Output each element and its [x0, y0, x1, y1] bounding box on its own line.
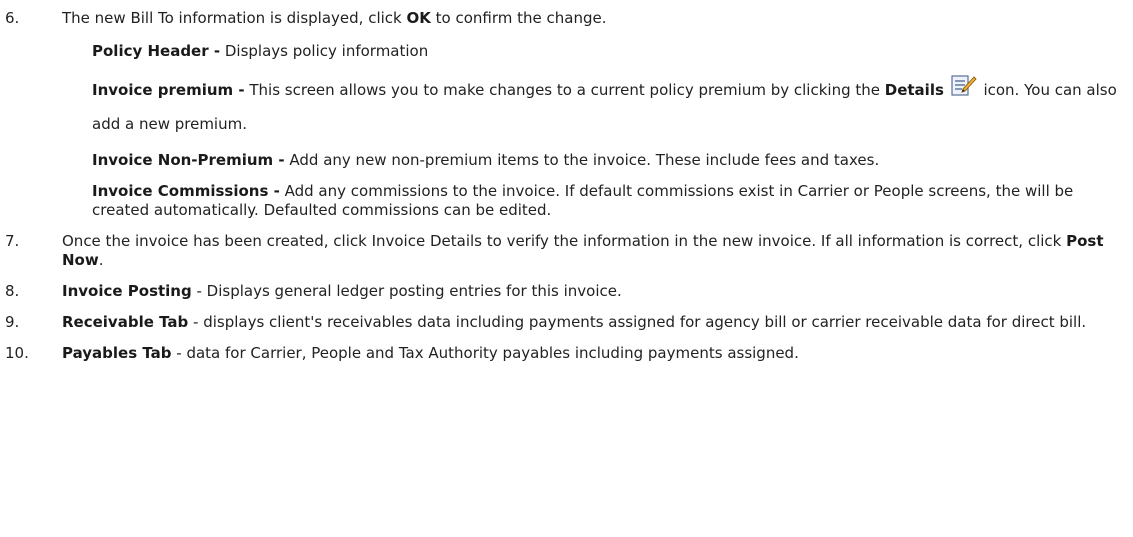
help-document: 6. The new Bill To information is displa…: [0, 0, 1133, 363]
step-number: 6.: [5, 9, 20, 27]
step-number: 7.: [5, 232, 20, 250]
payables-tab-label: Payables Tab: [62, 344, 172, 362]
invoice-non-premium-text: Add any new non-premium items to the inv…: [284, 151, 880, 169]
step-6: 6. The new Bill To information is displa…: [0, 9, 1133, 28]
step-text: - Displays general ledger posting entrie…: [191, 282, 622, 300]
step-text-end: to confirm the change.: [430, 9, 607, 27]
receivable-tab-label: Receivable Tab: [62, 313, 189, 331]
details-label: Details: [884, 81, 944, 99]
step-9: 9. Receivable Tab - displays client's re…: [0, 313, 1133, 332]
policy-header-text: Displays policy information: [220, 42, 429, 60]
step-10: 10. Payables Tab - data for Carrier, Peo…: [0, 344, 1133, 363]
step-text-end: .: [98, 251, 104, 269]
step-number: 9.: [5, 313, 20, 331]
invoice-posting-label: Invoice Posting: [62, 282, 192, 300]
invoice-commissions-label: Invoice Commissions -: [92, 182, 280, 200]
invoice-premium-label: Invoice premium -: [92, 81, 245, 99]
step-text: - displays client's receivables data inc…: [188, 313, 1087, 331]
edit-details-icon: [951, 74, 977, 98]
step-text: Once the invoice has been created, click…: [62, 232, 1067, 250]
step-text: The new Bill To information is displayed…: [62, 9, 407, 27]
step-number: 8.: [5, 282, 20, 300]
step-7: 7. Once the invoice has been created, cl…: [0, 232, 1133, 270]
step-number: 10.: [5, 344, 29, 362]
step-text: - data for Carrier, People and Tax Autho…: [171, 344, 799, 362]
policy-header-label: Policy Header -: [92, 42, 221, 60]
invoice-non-premium-label: Invoice Non-Premium -: [92, 151, 285, 169]
ok-label: OK: [406, 9, 431, 27]
step-8: 8. Invoice Posting - Displays general le…: [0, 282, 1133, 301]
invoice-premium-description: Invoice premium - This screen allows you…: [0, 73, 1133, 141]
invoice-non-premium-description: Invoice Non-Premium - Add any new non-pr…: [0, 151, 1133, 170]
invoice-premium-text: This screen allows you to make changes t…: [244, 81, 885, 99]
policy-header-description: Policy Header - Displays policy informat…: [0, 42, 1133, 61]
invoice-commissions-description: Invoice Commissions - Add any commission…: [0, 182, 1133, 220]
